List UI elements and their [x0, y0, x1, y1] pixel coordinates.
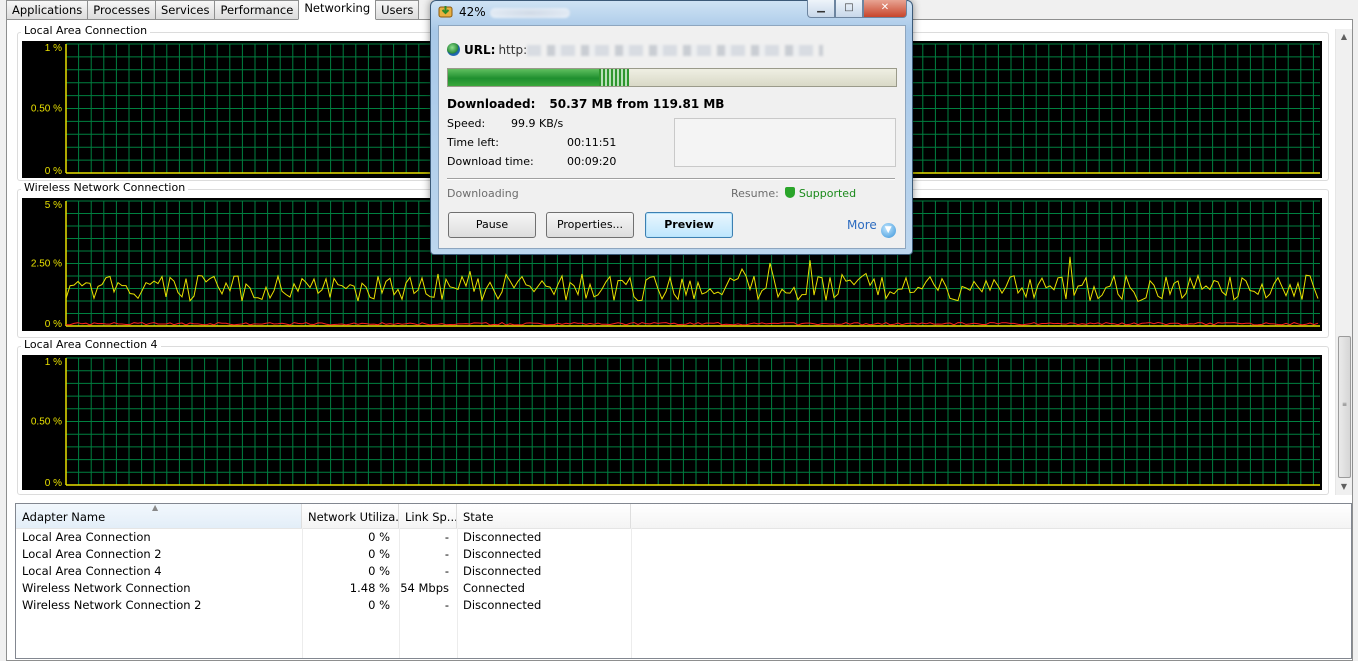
- scrollbar-thumb[interactable]: ≡: [1338, 336, 1351, 478]
- adapter-state: Disconnected: [463, 598, 542, 612]
- resume-label: Resume:: [731, 187, 779, 200]
- minimize-button[interactable]: ▁: [807, 0, 835, 18]
- network-utilization: 0 %: [368, 530, 390, 544]
- link-speed: -: [444, 598, 449, 612]
- dialog-title: 42%: [459, 5, 570, 19]
- maximize-button[interactable]: □: [835, 0, 863, 18]
- tab-performance[interactable]: Performance: [214, 0, 300, 19]
- table-row[interactable]: Local Area Connection 0 % - Disconnected: [16, 529, 656, 546]
- more-button[interactable]: More ▼: [847, 218, 896, 238]
- window-controls: ▁ □ ✕: [807, 0, 907, 18]
- column-header-label: Adapter Name: [22, 510, 106, 524]
- properties-button[interactable]: Properties...: [546, 212, 634, 238]
- table-row[interactable]: Wireless Network Connection 2 0 % - Disc…: [16, 597, 656, 614]
- speed-value: 99.9 KB/s: [511, 117, 564, 130]
- column-header-adapter-name[interactable]: ▲ Adapter Name: [16, 504, 302, 528]
- title-percent: 42%: [459, 5, 486, 19]
- downloaded-label: Downloaded:: [447, 97, 536, 111]
- download-time-value: 00:09:20: [567, 155, 617, 168]
- dialog-body: URL: http: Downloaded: 50.37 MB from 119.8…: [438, 25, 906, 249]
- adapter-state: Connected: [463, 581, 525, 595]
- url-label: URL:: [464, 43, 496, 57]
- blurred-filename: [489, 7, 570, 18]
- tab-strip: Applications Processes Services Performa…: [6, 0, 420, 20]
- table-header: ▲ Adapter Name Network Utiliza... Link Sp…: [16, 504, 1351, 529]
- table-row[interactable]: Local Area Connection 4 0 % - Disconnect…: [16, 563, 656, 580]
- adapter-state: Disconnected: [463, 564, 542, 578]
- download-progress-bar: [447, 68, 897, 87]
- progress-active-segments: [598, 69, 629, 86]
- shield-icon: [784, 187, 795, 198]
- time-left-value: 00:11:51: [567, 136, 617, 149]
- link-speed: -: [444, 530, 449, 544]
- preview-button[interactable]: Preview: [645, 212, 733, 238]
- y-tick-label: 0.50 %: [31, 104, 62, 115]
- resume-info: Resume: Supported: [731, 187, 856, 200]
- network-utilization: 1.48 %: [349, 581, 390, 595]
- y-tick-label: 5 %: [45, 200, 62, 211]
- chevron-down-icon: ▼: [880, 223, 896, 238]
- column-header-network-utilization[interactable]: Network Utiliza...: [302, 504, 399, 528]
- speed-label: Speed:: [447, 117, 486, 130]
- graph-title: Local Area Connection: [21, 24, 151, 37]
- pause-button[interactable]: Pause: [448, 212, 536, 238]
- adapter-name: Local Area Connection: [22, 530, 151, 544]
- downloaded-value: 50.37 MB from 119.81 MB: [549, 97, 725, 111]
- more-label: More: [847, 218, 877, 232]
- adapter-name: Local Area Connection 4: [22, 564, 162, 578]
- progress-fill: [448, 69, 599, 86]
- adapter-state: Disconnected: [463, 547, 542, 561]
- downloaded-summary: Downloaded: 50.37 MB from 119.81 MB: [447, 97, 724, 111]
- link-speed: -: [444, 547, 449, 561]
- y-tick-label: 0 %: [45, 166, 62, 177]
- graph-title: Local Area Connection 4: [21, 338, 161, 351]
- resume-value: Supported: [798, 187, 857, 200]
- time-left-label: Time left:: [447, 136, 499, 149]
- info-panel: [674, 118, 896, 167]
- network-utilization: 0 %: [368, 564, 390, 578]
- y-tick-label: 2.50 %: [31, 259, 62, 270]
- download-status: Downloading: [447, 187, 519, 200]
- table-row[interactable]: Wireless Network Connection 1.48 % 54 Mb…: [16, 580, 656, 597]
- adapter-state: Disconnected: [463, 530, 542, 544]
- download-time-label: Download time:: [447, 155, 534, 168]
- divider: [447, 178, 895, 180]
- grip-icon: ≡: [1341, 401, 1348, 408]
- column-header-state[interactable]: State: [457, 504, 631, 528]
- sort-ascending-icon: ▲: [152, 504, 159, 512]
- network-utilization: 0 %: [368, 547, 390, 561]
- url-text: http:: [498, 43, 528, 57]
- graphs-scrollbar[interactable]: ▲ ≡ ▼: [1335, 29, 1352, 495]
- close-button[interactable]: ✕: [863, 0, 907, 18]
- table-row[interactable]: Local Area Connection 2 0 % - Disconnect…: [16, 546, 656, 563]
- blurred-url: [527, 45, 824, 56]
- y-tick-label: 1 %: [45, 43, 62, 54]
- download-manager-icon: [438, 6, 453, 18]
- scroll-up-arrow-icon[interactable]: ▲: [1336, 29, 1352, 45]
- adapter-name: Wireless Network Connection: [22, 581, 191, 595]
- adapter-table: ▲ Adapter Name Network Utiliza... Link Sp…: [15, 503, 1352, 659]
- tab-services[interactable]: Services: [154, 0, 216, 19]
- download-dialog: 42% ▁ □ ✕ URL: http: Downloaded: 50.37 MB …: [430, 0, 913, 255]
- network-utilization: 0 %: [368, 598, 390, 612]
- graph-group-local-area-connection-4: Local Area Connection 4 1 % 0.50 % 0 %: [17, 338, 1329, 495]
- link-speed: -: [444, 564, 449, 578]
- link-speed: 54 Mbps: [400, 581, 449, 595]
- globe-icon: [447, 43, 460, 56]
- y-tick-label: 0.50 %: [31, 417, 62, 428]
- tab-users[interactable]: Users: [375, 0, 420, 19]
- y-tick-label: 0 %: [45, 478, 62, 489]
- graph-title: Wireless Network Connection: [21, 181, 189, 194]
- y-tick-label: 0 %: [45, 319, 62, 330]
- adapter-name: Local Area Connection 2: [22, 547, 162, 561]
- tab-processes[interactable]: Processes: [87, 0, 156, 19]
- column-header-link-speed[interactable]: Link Sp...: [399, 504, 457, 528]
- tab-networking[interactable]: Networking: [298, 0, 377, 20]
- y-tick-label: 1 %: [45, 357, 62, 368]
- tab-applications[interactable]: Applications: [6, 0, 89, 19]
- scroll-down-arrow-icon[interactable]: ▼: [1336, 479, 1352, 495]
- network-graph: 1 % 0.50 % 0 %: [22, 355, 1322, 490]
- url-row: URL: http:: [447, 43, 824, 57]
- adapter-name: Wireless Network Connection 2: [22, 598, 202, 612]
